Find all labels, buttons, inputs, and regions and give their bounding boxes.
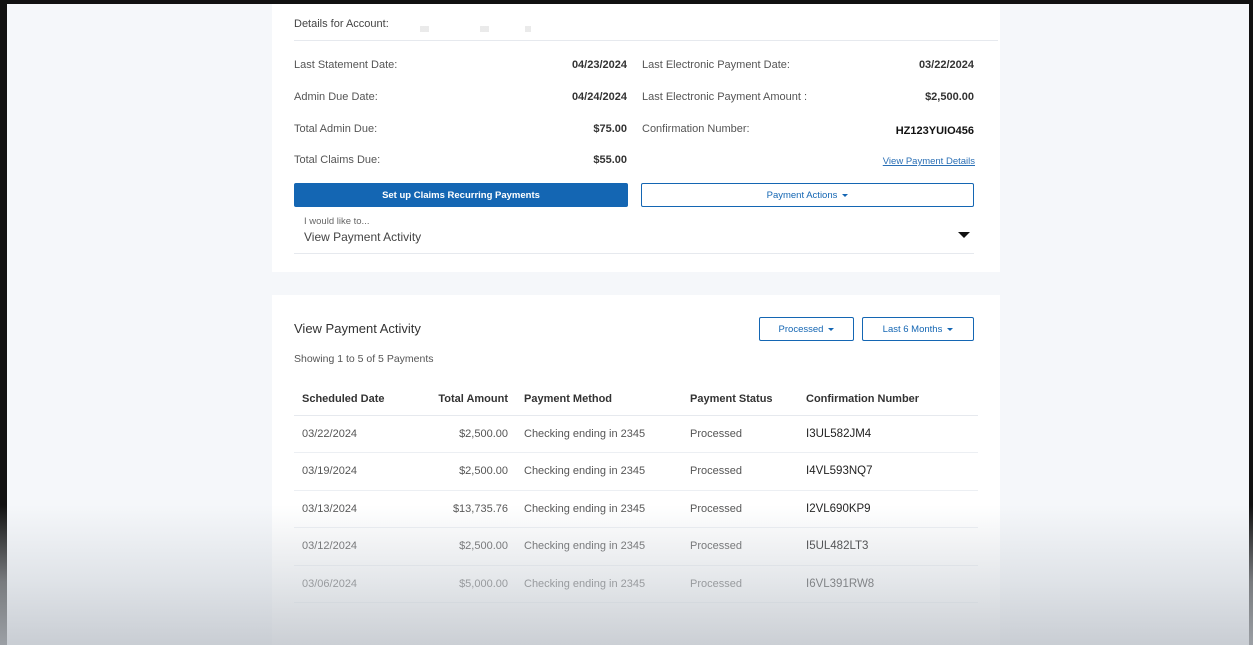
account-number-redacted <box>420 26 570 32</box>
action-select-value: View Payment Activity <box>304 230 422 244</box>
activity-title: View Payment Activity <box>294 321 421 336</box>
confirmation-number-cell: I2VL690KP9 <box>798 490 978 528</box>
table-row: 03/13/2024 $13,735.76 Checking ending in… <box>294 490 978 528</box>
scheduled-date-cell: 03/13/2024 <box>294 490 422 528</box>
table-header-row: Scheduled Date Total Amount Payment Meth… <box>294 383 978 416</box>
payment-status-cell: Processed <box>682 415 798 453</box>
table-row: 03/22/2024 $2,500.00 Checking ending in … <box>294 415 978 453</box>
table-row: 03/06/2024 $5,000.00 Checking ending in … <box>294 565 978 603</box>
confirmation-number-cell: I3UL582JM4 <box>798 415 978 453</box>
admin-due-date-label: Admin Due Date: <box>294 91 378 103</box>
frame-edge-right <box>1249 0 1253 645</box>
column-header-scheduled-date[interactable]: Scheduled Date <box>294 383 422 416</box>
status-filter-button[interactable]: Processed <box>759 317 854 341</box>
total-admin-due-value: $75.00 <box>593 123 627 135</box>
total-amount-cell: $2,500.00 <box>422 527 516 566</box>
table-row: 03/19/2024 $2,500.00 Checking ending in … <box>294 452 978 491</box>
last-payment-date-label: Last Electronic Payment Date: <box>642 59 790 71</box>
app-frame: Details for Account: Last Statement Date… <box>0 0 1253 645</box>
last-statement-date-label: Last Statement Date: <box>294 59 398 71</box>
total-claims-due-value: $55.00 <box>593 154 627 166</box>
column-header-payment-status[interactable]: Payment Status <box>682 383 798 416</box>
frame-edge-left <box>0 0 7 645</box>
caret-down-icon <box>958 232 970 238</box>
payment-method-cell: Checking ending in 2345 <box>516 527 682 566</box>
total-claims-due-label: Total Claims Due: <box>294 154 381 166</box>
payment-status-cell: Processed <box>682 527 798 566</box>
column-header-total-amount[interactable]: Total Amount <box>422 383 516 416</box>
payment-method-cell: Checking ending in 2345 <box>516 490 682 528</box>
payment-method-cell: Checking ending in 2345 <box>516 415 682 453</box>
payment-status-cell: Processed <box>682 490 798 528</box>
payment-status-cell: Processed <box>682 452 798 491</box>
payment-status-cell: Processed <box>682 565 798 603</box>
column-header-confirmation-number[interactable]: Confirmation Number <box>798 383 978 416</box>
last-payment-amount-value: $2,500.00 <box>925 91 974 103</box>
confirmation-number-cell: I5UL482LT3 <box>798 527 978 566</box>
scheduled-date-cell: 03/12/2024 <box>294 527 422 566</box>
column-header-payment-method[interactable]: Payment Method <box>516 383 682 416</box>
setup-recurring-payments-button[interactable]: Set up Claims Recurring Payments <box>294 183 628 207</box>
chevron-down-icon <box>947 327 954 331</box>
chevron-down-icon <box>828 327 835 331</box>
confirmation-number-value: HZ123YUIO456 <box>895 125 974 137</box>
last-payment-date-value: 03/22/2024 <box>918 59 974 71</box>
view-payment-details-link[interactable]: View Payment Details <box>832 156 975 167</box>
setup-recurring-payments-label: Set up Claims Recurring Payments <box>382 189 540 201</box>
total-amount-cell: $2,500.00 <box>422 415 516 453</box>
account-header: Details for Account: <box>294 18 389 30</box>
payment-actions-label: Payment Actions <box>766 189 838 201</box>
activity-count: Showing 1 to 5 of 5 Payments <box>294 353 434 365</box>
total-amount-cell: $13,735.76 <box>422 490 516 528</box>
confirmation-number-cell: I6VL391RW8 <box>798 565 978 603</box>
action-select-caption: I would like to... <box>304 216 370 227</box>
status-filter-label: Processed <box>778 323 824 335</box>
action-select[interactable]: I would like to... View Payment Activity <box>294 214 974 254</box>
scheduled-date-cell: 03/22/2024 <box>294 415 422 453</box>
scheduled-date-cell: 03/06/2024 <box>294 565 422 603</box>
account-details-panel: Details for Account: Last Statement Date… <box>272 4 1000 272</box>
last-statement-date-value: 04/23/2024 <box>571 59 627 71</box>
range-filter-button[interactable]: Last 6 Months <box>862 317 974 341</box>
confirmation-number-label: Confirmation Number: <box>642 123 750 135</box>
confirmation-number-cell: I4VL593NQ7 <box>798 452 978 491</box>
payment-activity-panel: View Payment Activity Showing 1 to 5 of … <box>272 295 1000 645</box>
chevron-down-icon <box>842 193 849 197</box>
payment-method-cell: Checking ending in 2345 <box>516 452 682 491</box>
divider <box>294 40 998 41</box>
table-row: 03/12/2024 $2,500.00 Checking ending in … <box>294 527 978 566</box>
payment-actions-button[interactable]: Payment Actions <box>641 183 974 207</box>
scheduled-date-cell: 03/19/2024 <box>294 452 422 491</box>
total-admin-due-label: Total Admin Due: <box>294 123 378 135</box>
payment-method-cell: Checking ending in 2345 <box>516 565 682 603</box>
total-amount-cell: $5,000.00 <box>422 565 516 603</box>
total-amount-cell: $2,500.00 <box>422 452 516 491</box>
payment-activity-table: Scheduled Date Total Amount Payment Meth… <box>294 383 978 603</box>
admin-due-date-value: 04/24/2024 <box>571 91 627 103</box>
range-filter-label: Last 6 Months <box>882 323 943 335</box>
last-payment-amount-label: Last Electronic Payment Amount : <box>642 91 808 103</box>
